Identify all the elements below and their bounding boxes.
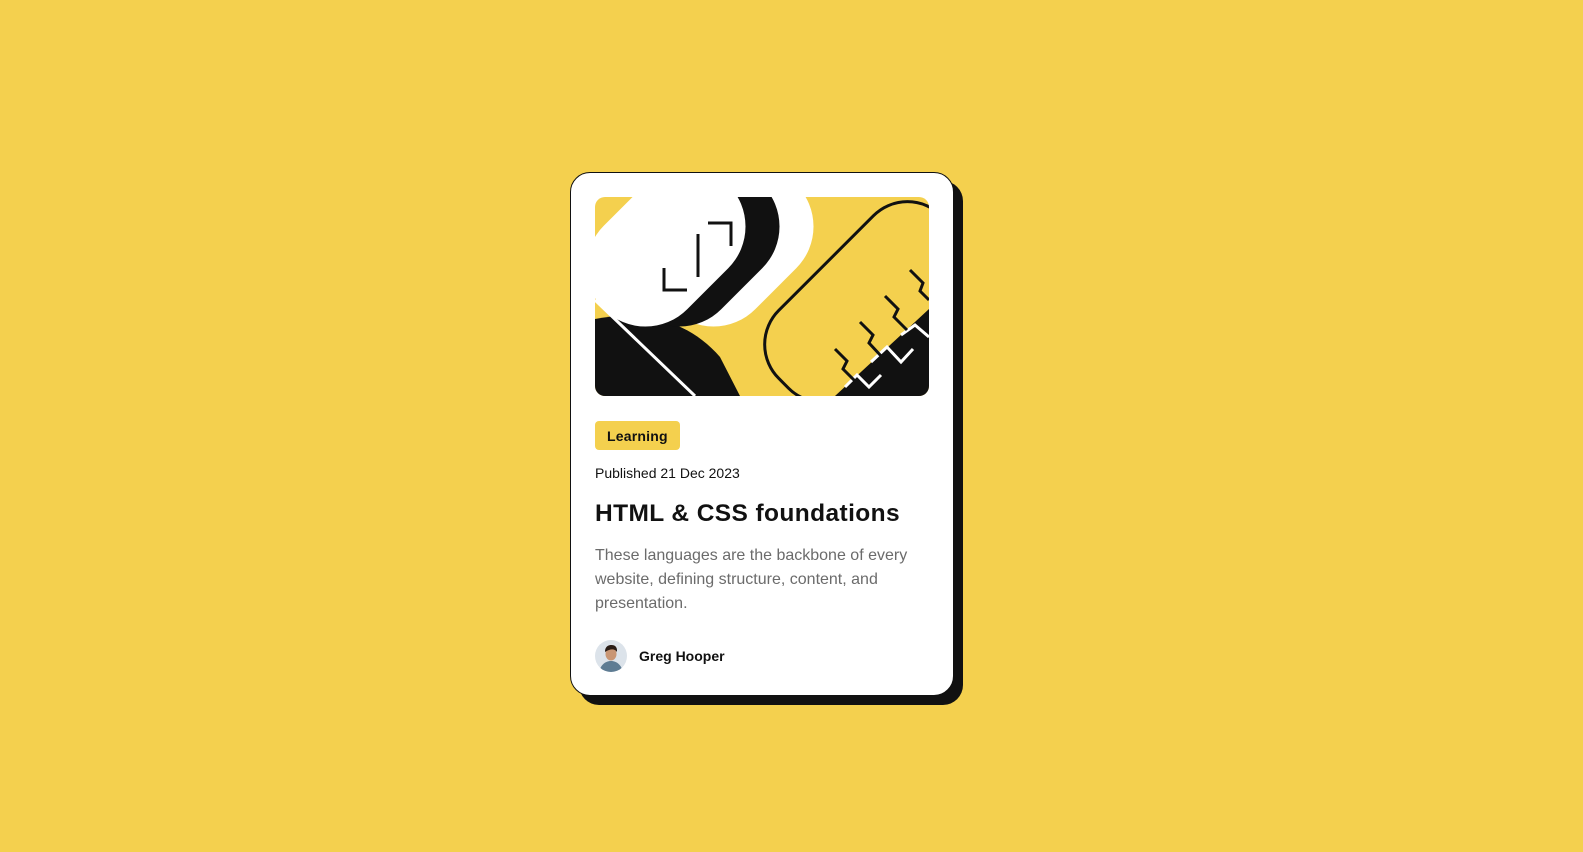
person-avatar-icon — [595, 640, 627, 672]
hero-illustration — [595, 197, 929, 396]
published-date: Published 21 Dec 2023 — [595, 465, 740, 481]
category-tag: Learning — [595, 421, 680, 450]
blog-preview-card: Learning Published 21 Dec 2023 HTML & CS… — [570, 172, 954, 696]
card-description: These languages are the backbone of ever… — [595, 547, 908, 612]
avatar — [595, 640, 627, 672]
author: Greg Hooper — [595, 640, 929, 672]
card-title[interactable]: HTML & CSS foundations — [595, 500, 929, 528]
author-name: Greg Hooper — [639, 648, 725, 664]
